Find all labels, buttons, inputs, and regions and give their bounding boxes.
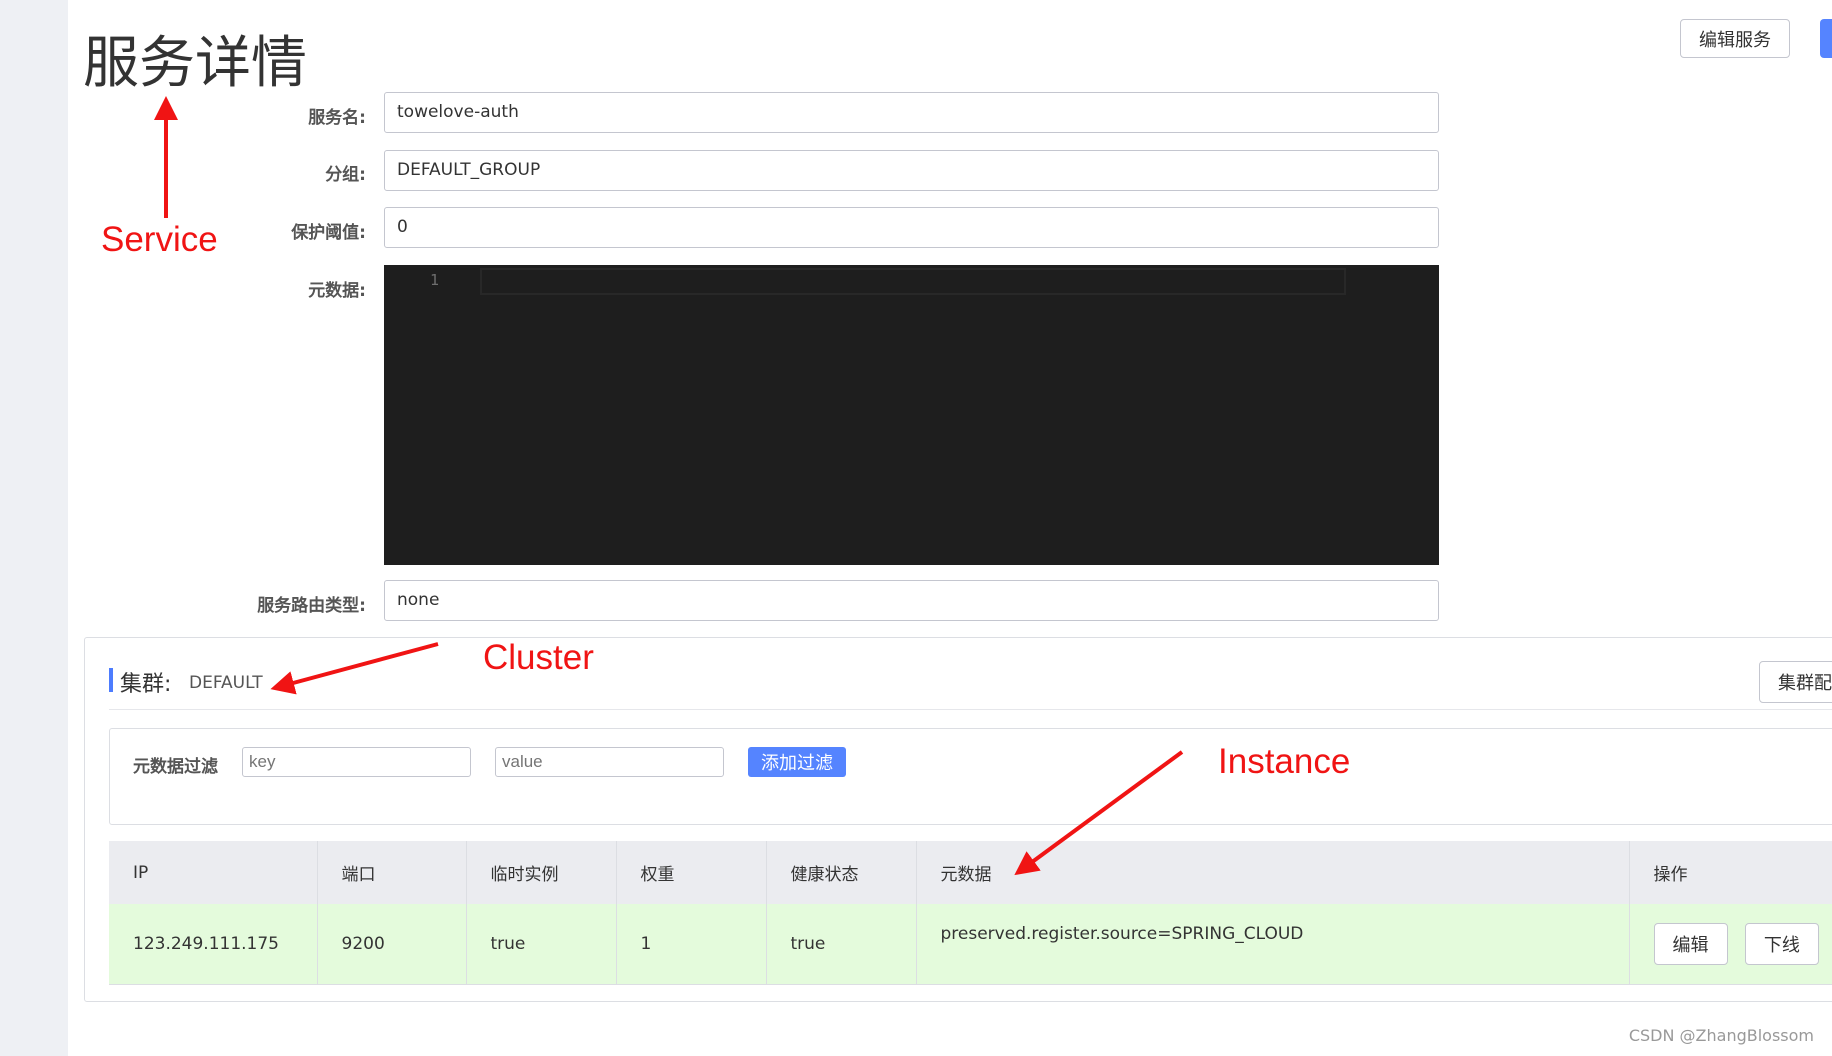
- table-row: 123.249.111.175 9200 true 1 true preserv…: [109, 904, 1832, 985]
- cell-ip: 123.249.111.175: [109, 904, 318, 985]
- route-type-input[interactable]: none: [384, 580, 1439, 621]
- service-name-input[interactable]: towelove-auth: [384, 92, 1439, 133]
- cluster-config-button[interactable]: 集群配: [1759, 661, 1832, 703]
- annotation-cluster: Cluster: [483, 638, 594, 677]
- add-filter-button[interactable]: 添加过滤: [748, 747, 846, 777]
- header-weight[interactable]: 权重: [616, 841, 767, 904]
- header-actions: 操作: [1629, 841, 1832, 904]
- metadata-editor[interactable]: 1: [384, 265, 1439, 565]
- instance-table: IP 端口 临时实例 权重 健康状态 元数据 操作 123.249.111.17…: [109, 841, 1832, 985]
- line-number: 1: [430, 271, 440, 289]
- primary-button[interactable]: [1820, 19, 1832, 58]
- metadata-label: 元数据:: [308, 281, 366, 301]
- cluster-label: 集群:: [120, 672, 172, 697]
- threshold-input[interactable]: 0: [384, 207, 1439, 248]
- header-health[interactable]: 健康状态: [766, 841, 917, 904]
- sidebar: [0, 0, 68, 1056]
- header-port[interactable]: 端口: [317, 841, 467, 904]
- filter-value-input[interactable]: [495, 747, 724, 777]
- metadata-filter-label: 元数据过滤: [133, 757, 218, 777]
- header-ephemeral[interactable]: 临时实例: [466, 841, 617, 904]
- cluster-accent-bar: [109, 668, 113, 692]
- edit-instance-button[interactable]: 编辑: [1653, 922, 1728, 965]
- annotation-instance: Instance: [1218, 742, 1351, 781]
- cell-metadata: preserved.register.source=SPRING_CLOUD: [916, 904, 1630, 985]
- service-name-label: 服务名:: [308, 108, 366, 128]
- watermark: CSDN @ZhangBlossom: [1628, 1026, 1814, 1045]
- divider: [109, 709, 1832, 710]
- page-title: 服务详情: [83, 31, 307, 96]
- threshold-label: 保护阈值:: [291, 223, 366, 243]
- current-line-highlight: [480, 268, 1346, 295]
- header-ip[interactable]: IP: [109, 841, 318, 904]
- cell-port: 9200: [317, 904, 467, 985]
- annotation-service: Service: [101, 220, 218, 259]
- cell-healthy: true: [766, 904, 917, 985]
- group-label: 分组:: [325, 165, 366, 185]
- filter-key-input[interactable]: [242, 747, 471, 777]
- cell-weight: 1: [616, 904, 767, 985]
- header-metadata[interactable]: 元数据: [916, 841, 1630, 904]
- route-type-label: 服务路由类型:: [257, 596, 366, 616]
- offline-instance-button[interactable]: 下线: [1744, 922, 1819, 965]
- group-input[interactable]: DEFAULT_GROUP: [384, 150, 1439, 191]
- edit-service-button[interactable]: 编辑服务: [1680, 19, 1790, 58]
- table-header-row: IP 端口 临时实例 权重 健康状态 元数据 操作: [109, 841, 1832, 904]
- cell-ephemeral: true: [466, 904, 617, 985]
- cluster-name: DEFAULT: [189, 673, 263, 693]
- cell-actions: 编辑 下线: [1629, 904, 1832, 985]
